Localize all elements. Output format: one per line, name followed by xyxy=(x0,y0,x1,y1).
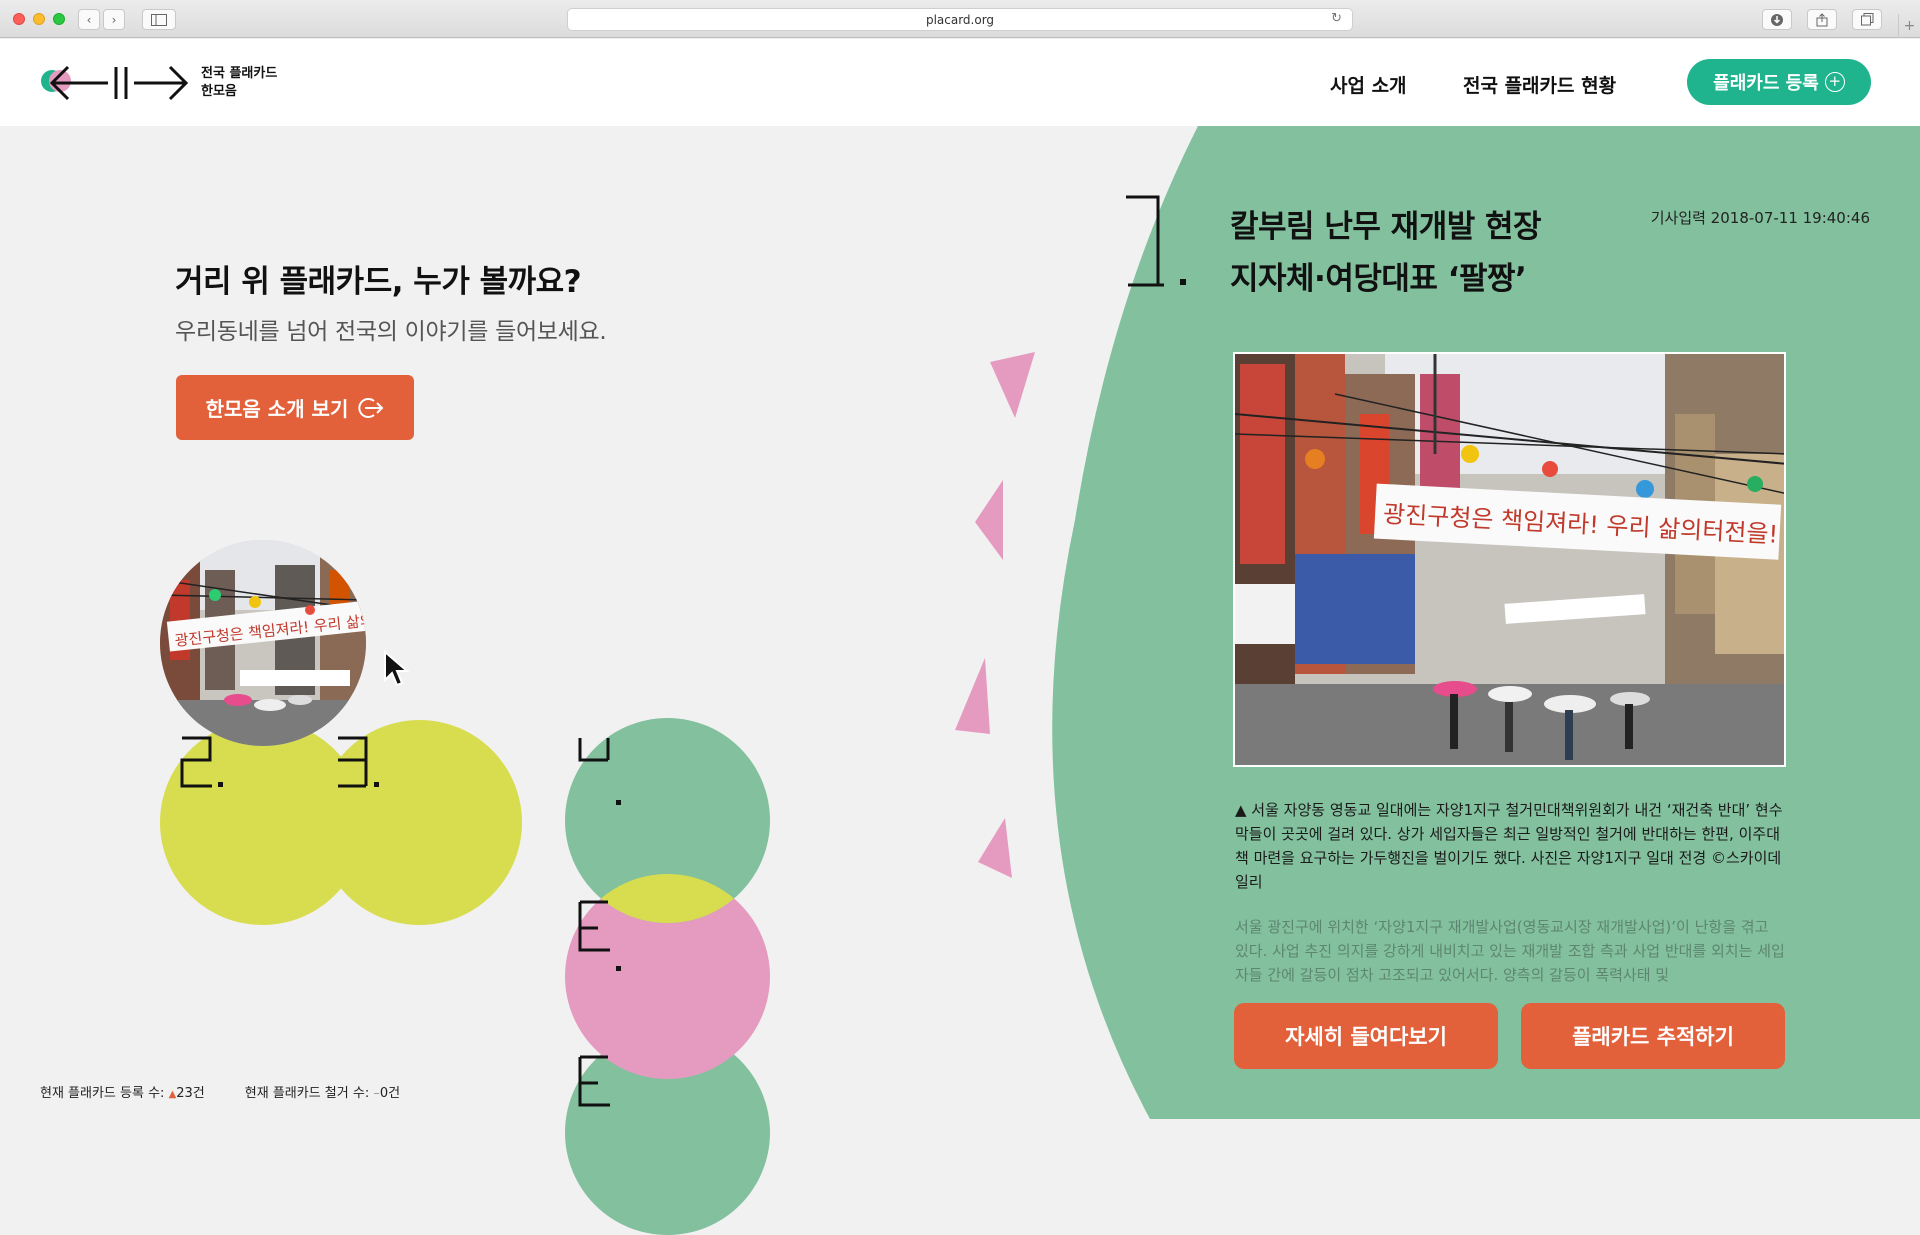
removed-value: 0건 xyxy=(379,1086,401,1101)
street-photo-image: 광진구청은 책임져라! 우리 삶의터전을! xyxy=(160,540,366,746)
hero-subtitle: 우리동네를 넘어 전국의 이야기를 들어보세요. xyxy=(175,319,607,345)
street-banner-photo-image: 광진구청은 책임져라! 우리 삶의터전을! xyxy=(1235,354,1784,765)
removed-counter: 현재 플래카드 철거 수: –0건 xyxy=(245,1082,400,1101)
nav-placard-status[interactable]: 전국 플래카드 현황 xyxy=(1463,71,1616,98)
detail-view-button[interactable]: 자세히 들여다보기 xyxy=(1234,1003,1498,1069)
article-body-preview: 서울 광진구에 위치한 ‘자양1지구 재개발사업(영동교시장 재개발사업)’이 … xyxy=(1235,918,1785,984)
registered-counter: 현재 플래카드 등록 수: ▲23건 xyxy=(40,1082,205,1101)
removed-label: 현재 플래카드 철거 수: xyxy=(244,1086,370,1101)
photo-caption: ▲ 서울 자양동 영동교 일대에는 자양1지구 철거민대책위원회가 내건 ‘재건… xyxy=(1235,801,1783,891)
intro-button-label: 한모음 소개 보기 xyxy=(205,397,349,421)
register-placard-button[interactable]: 플래카드 등록 + xyxy=(1687,59,1871,105)
logo-line-2: 한모음 xyxy=(201,84,237,99)
article-title-line-1: 칼부림 난무 재개발 현장 xyxy=(1230,209,1542,245)
article-title-line-2: 지자체·여당대표 ‘팔짱’ xyxy=(1230,261,1527,297)
glyph-nieun xyxy=(578,738,621,805)
logo-text[interactable]: 전국 플래카드 한모음 xyxy=(201,65,277,101)
track-placard-button[interactable]: 플래카드 추적하기 xyxy=(1521,1003,1785,1069)
registered-label: 현재 플래카드 등록 수: xyxy=(40,1086,165,1101)
pink-triangle xyxy=(955,658,990,734)
nav-about[interactable]: 사업 소개 xyxy=(1330,71,1407,98)
pink-triangle xyxy=(978,818,1012,878)
glyph-digeut xyxy=(578,900,621,971)
register-label: 플래카드 등록 xyxy=(1713,73,1819,94)
glyph-digeut-2 xyxy=(578,1055,610,1107)
hero-title: 거리 위 플래카드, 누가 볼까요? xyxy=(175,264,582,300)
site-header: 전국 플래카드 한모음 사업 소개 전국 플래카드 현황 플래카드 등록 + xyxy=(0,39,1920,126)
placard-photo-thumbnail[interactable]: 광진구청은 책임져라! 우리 삶의터전을! xyxy=(160,540,366,746)
article-photo[interactable]: 광진구청은 책임져라! 우리 삶의터전을! xyxy=(1233,352,1786,767)
placard-counters: 현재 플래카드 등록 수: ▲23건 현재 플래카드 철거 수: –0건 xyxy=(40,1082,400,1101)
mouse-cursor-icon xyxy=(384,650,410,687)
pink-triangle xyxy=(990,352,1035,418)
logo-line-1: 전국 플래카드 xyxy=(201,66,278,81)
glyph-kieuk xyxy=(338,736,379,788)
registered-value: 23건 xyxy=(176,1086,205,1101)
article-title[interactable]: 칼부림 난무 재개발 현장 지자체·여당대표 ‘팔짱’ xyxy=(1230,201,1542,305)
pink-triangle xyxy=(975,480,1003,560)
logo-icon[interactable] xyxy=(40,63,190,103)
article-number-one-glyph xyxy=(1126,195,1186,287)
article-date: 기사입력 2018-07-11 19:40:46 xyxy=(1650,209,1870,227)
arrow-right-circle-icon xyxy=(358,397,384,418)
glyph-rieul xyxy=(180,736,223,788)
intro-button[interactable]: 한모음 소개 보기 xyxy=(176,375,414,440)
plus-circle-icon: + xyxy=(1824,72,1845,92)
